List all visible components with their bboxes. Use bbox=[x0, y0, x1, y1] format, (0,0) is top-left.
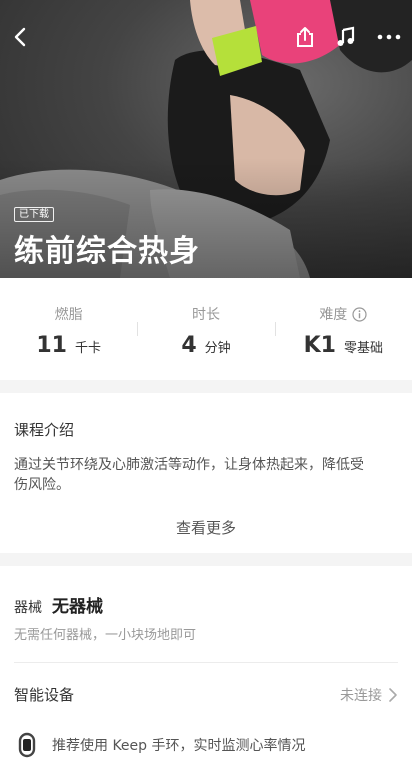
smart-device-row[interactable]: 智能设备 未连接 bbox=[14, 684, 398, 705]
stat-duration-unit: 分钟 bbox=[204, 341, 231, 356]
stat-difficulty: 难度 K1 零基础 bbox=[275, 278, 412, 380]
share-button[interactable] bbox=[290, 22, 320, 52]
equipment-hint: 无需任何器械，一小块场地即可 bbox=[14, 628, 197, 643]
stat-calories: 燃脂 11 千卡 bbox=[0, 278, 137, 380]
chevron-right-icon bbox=[389, 687, 397, 702]
stat-divider bbox=[275, 322, 276, 336]
more-button[interactable] bbox=[374, 22, 404, 52]
band-tip-text: 推荐使用 Keep 手环，实时监测心率情况 bbox=[52, 738, 306, 754]
intro-description: 通过关节环绕及心肺激活等动作，让身体热起来，降低受伤风险。 bbox=[14, 457, 364, 493]
equipment-row: 器械 无器械 bbox=[14, 592, 103, 617]
stat-calories-unit: 千卡 bbox=[74, 341, 101, 356]
hero-banner: 已下载 练前综合热身 bbox=[0, 0, 412, 278]
stat-calories-value: 11 bbox=[36, 333, 67, 358]
stat-difficulty-label: 难度 bbox=[319, 307, 348, 323]
stat-calories-label: 燃脂 bbox=[54, 307, 83, 323]
stat-duration: 时长 4 分钟 bbox=[137, 278, 274, 380]
more-dots-icon bbox=[377, 34, 401, 40]
smart-device-status: 未连接 bbox=[340, 687, 382, 704]
music-button[interactable] bbox=[331, 22, 361, 52]
stat-divider bbox=[137, 322, 138, 336]
share-icon bbox=[297, 27, 313, 47]
equipment-value: 无器械 bbox=[52, 597, 103, 617]
back-arrow-icon bbox=[14, 27, 26, 47]
info-circle-icon[interactable] bbox=[352, 306, 367, 322]
course-intro-section: 课程介绍 通过关节环绕及心肺激活等动作，让身体热起来，降低受伤风险。 查看更多 bbox=[0, 393, 412, 553]
equipment-section: 器械 无器械 无需任何器械，一小块场地即可 智能设备 未连接 推荐使用 Keep… bbox=[0, 566, 412, 771]
section-divider bbox=[14, 662, 398, 663]
band-recommendation: 推荐使用 Keep 手环，实时监测心率情况 bbox=[14, 732, 306, 758]
intro-title: 课程介绍 bbox=[14, 421, 75, 439]
wristband-icon bbox=[18, 732, 36, 758]
stat-difficulty-unit: 零基础 bbox=[343, 341, 383, 356]
stat-duration-label: 时长 bbox=[191, 307, 220, 323]
music-note-icon bbox=[337, 26, 355, 46]
back-button[interactable] bbox=[6, 22, 36, 52]
course-title: 练前综合热身 bbox=[14, 234, 200, 269]
view-more-button[interactable]: 查看更多 bbox=[0, 517, 412, 538]
smart-device-label: 智能设备 bbox=[14, 686, 75, 704]
stat-duration-value: 4 bbox=[181, 333, 197, 358]
course-stats: 燃脂 11 千卡 时长 4 分钟 难度 K1 零基础 bbox=[0, 278, 412, 380]
downloaded-badge: 已下载 bbox=[14, 207, 54, 222]
equipment-label: 器械 bbox=[14, 600, 42, 616]
stat-difficulty-value: K1 bbox=[303, 333, 336, 358]
